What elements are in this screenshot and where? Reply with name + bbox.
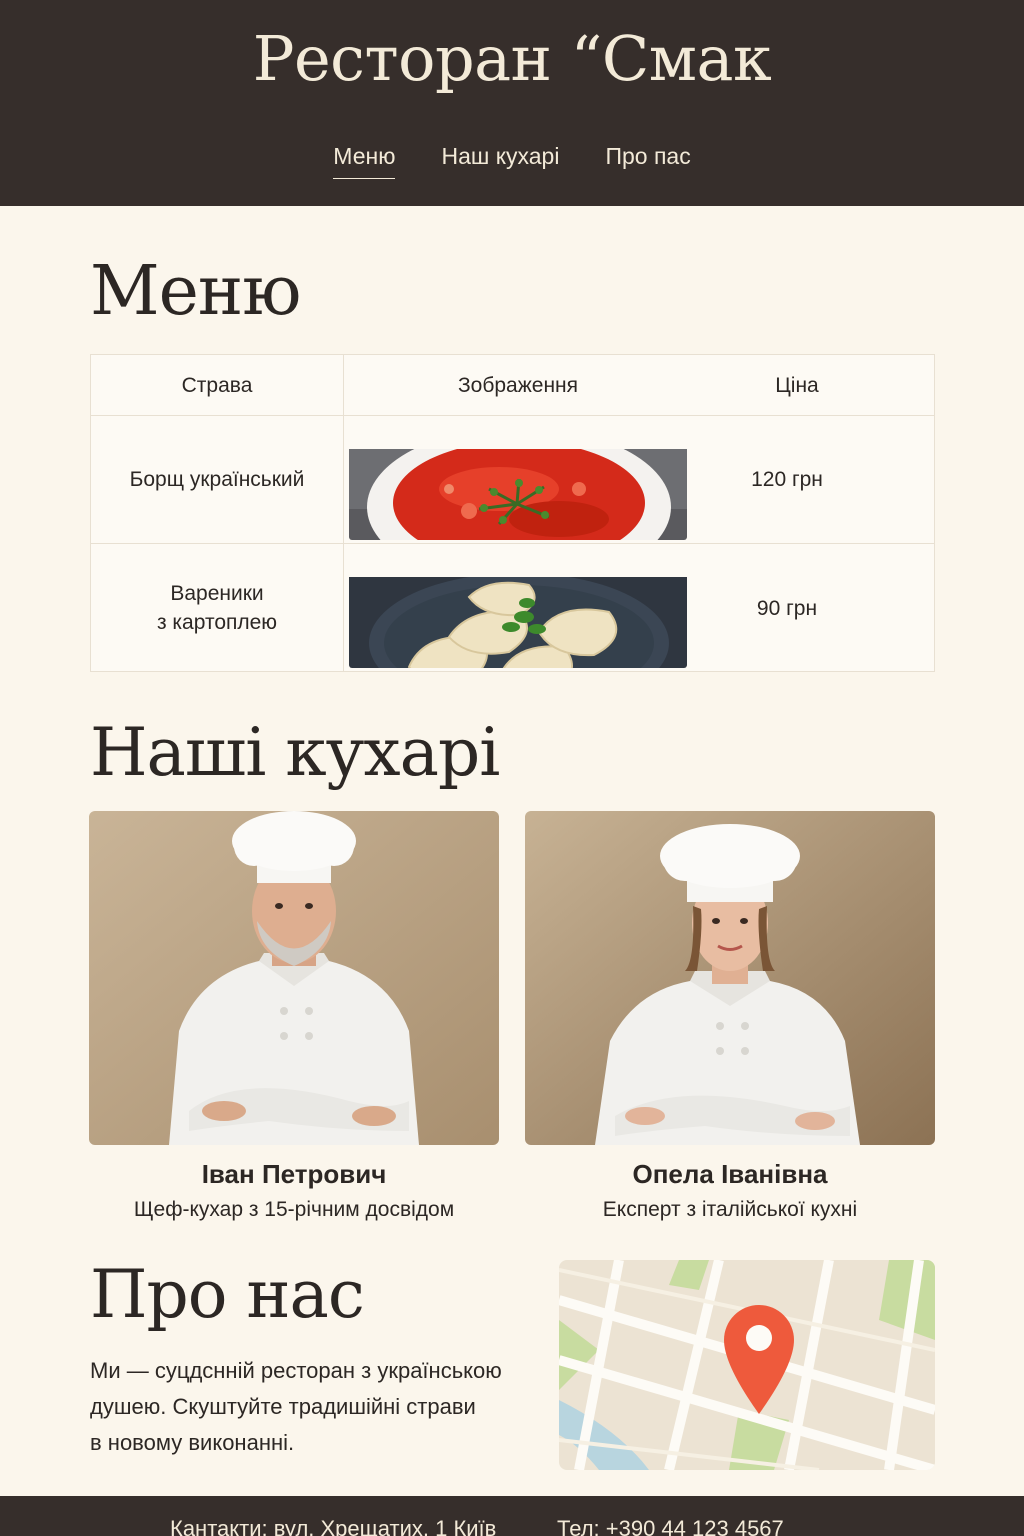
site-footer: Кантакти: вул. Хрещатих, 1 Київ Тел: +39… <box>0 1496 1024 1536</box>
dish-name: Борщ український <box>129 468 305 491</box>
chef-role: Щеф-кухар з 15-річним досвідом <box>133 1198 455 1221</box>
dish-image-cell <box>349 544 687 672</box>
column-divider <box>343 544 344 672</box>
about-heading: Про нас <box>90 1256 365 1333</box>
about-line: Ми — суцдснній ресторан з українською <box>90 1358 502 1383</box>
nav-item-chefs[interactable]: Наш кухарі <box>441 143 559 179</box>
dish-price: 120 грн <box>751 468 823 491</box>
chef-name: Опела Іванівна <box>632 1159 828 1189</box>
column-divider <box>343 355 344 415</box>
table-row: Борщ український 120 грн <box>91 416 934 544</box>
borscht-photo <box>349 420 687 540</box>
column-divider <box>343 416 344 543</box>
chef-card: Іван Петрович Щеф-кухар з 15-річним досв… <box>89 811 499 1222</box>
column-header-image: Зображення <box>457 373 579 397</box>
about-description: Ми — суцдснній ресторан з українською ду… <box>90 1353 550 1461</box>
chef-name: Іван Петрович <box>201 1159 387 1189</box>
main-nav: Меню Наш кухарі Про пас <box>0 143 1024 179</box>
about-line: в новому виконанні. <box>90 1430 295 1455</box>
chef-card: Опела Іванівна Експерт з італійської кух… <box>525 811 935 1222</box>
site-title: Ресторан “Смак <box>252 22 772 95</box>
footer-phone[interactable]: Тел: +390 44 123 4567 <box>557 1516 784 1536</box>
chef-photo-olena <box>525 811 935 1145</box>
varenyky-photo <box>349 548 687 668</box>
dish-name: Вареники з картоплею <box>156 582 278 634</box>
column-header-dish: Страва <box>181 373 253 397</box>
nav-item-menu[interactable]: Меню <box>333 143 396 179</box>
table-header-row: Страва Зображення Ціна <box>91 355 934 416</box>
about-line: душею. Скуштуйте традишійні страви <box>90 1394 476 1419</box>
chef-photo-ivan <box>89 811 499 1145</box>
location-map[interactable] <box>559 1260 935 1470</box>
site-header: Ресторан “Смак Меню Наш кухарі Про пас <box>0 0 1024 206</box>
dish-price: 90 грн <box>756 596 818 620</box>
menu-table: Страва Зображення Ціна Борщ український <box>90 354 935 672</box>
footer-contacts: Кантакти: вул. Хрещатих, 1 Київ <box>170 1516 497 1536</box>
menu-heading: Меню <box>90 252 301 331</box>
table-row: Вареники з картоплею 90 грн <box>91 544 934 672</box>
dish-image-cell <box>349 416 687 543</box>
chefs-heading: Наші кухарі <box>90 714 500 791</box>
column-header-price: Ціна <box>775 373 819 397</box>
chef-role: Експерт з італійської кухні <box>602 1198 858 1221</box>
nav-item-about[interactable]: Про пас <box>605 143 690 179</box>
